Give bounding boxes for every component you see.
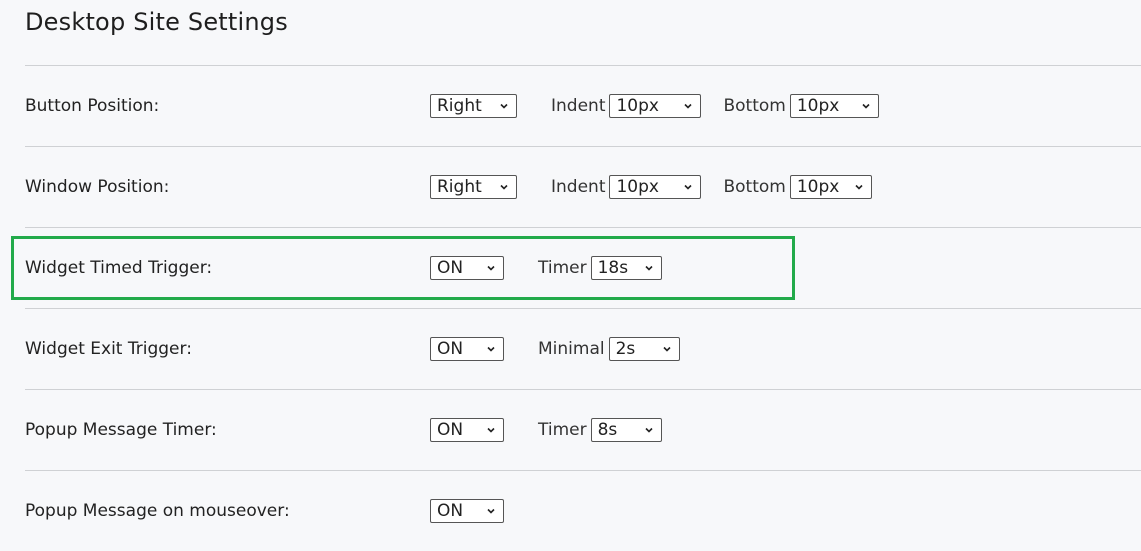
button-position-select[interactable]: Right bbox=[430, 94, 517, 118]
select-value: 10px bbox=[616, 96, 659, 116]
select-value: 8s bbox=[597, 420, 618, 440]
divider bbox=[25, 308, 1141, 309]
divider bbox=[25, 65, 1141, 66]
popup-timer-select[interactable]: 8s bbox=[590, 418, 662, 442]
setting-row-button-position: Button Position: Right Indent 10px Botto… bbox=[25, 86, 1141, 126]
setting-row-widget-timed-trigger: Widget Timed Trigger: ON Timer 18s bbox=[25, 248, 1141, 288]
chevron-down-icon bbox=[684, 103, 693, 109]
divider bbox=[25, 389, 1141, 390]
chevron-down-icon bbox=[487, 346, 495, 352]
popup-mouseover-select[interactable]: ON bbox=[430, 499, 504, 523]
select-value: ON bbox=[437, 501, 464, 521]
indent-label: Indent bbox=[551, 177, 606, 197]
chevron-down-icon bbox=[855, 184, 863, 190]
bottom-label: Bottom bbox=[723, 96, 786, 116]
setting-label: Popup Message Timer: bbox=[25, 420, 217, 440]
chevron-down-icon bbox=[645, 427, 653, 433]
minimal-label: Minimal bbox=[538, 339, 605, 359]
page-title: Desktop Site Settings bbox=[25, 8, 288, 36]
chevron-down-icon bbox=[663, 346, 671, 352]
timer-label: Timer bbox=[538, 258, 587, 278]
select-value: ON bbox=[437, 420, 464, 440]
widget-timed-trigger-select[interactable]: ON bbox=[430, 256, 504, 280]
button-bottom-select[interactable]: 10px bbox=[789, 94, 879, 118]
chevron-down-icon bbox=[684, 184, 693, 190]
setting-label: Widget Timed Trigger: bbox=[25, 258, 213, 278]
setting-label: Window Position: bbox=[25, 177, 170, 197]
setting-label: Button Position: bbox=[25, 96, 160, 116]
chevron-down-icon bbox=[500, 184, 508, 190]
setting-label: Popup Message on mouseover: bbox=[25, 501, 290, 521]
exit-minimal-select[interactable]: 2s bbox=[608, 337, 680, 361]
window-bottom-select[interactable]: 10px bbox=[789, 175, 872, 199]
window-indent-select[interactable]: 10px bbox=[609, 175, 702, 199]
chevron-down-icon bbox=[487, 265, 495, 271]
widget-timer-select[interactable]: 18s bbox=[590, 256, 662, 280]
popup-message-timer-select[interactable]: ON bbox=[430, 418, 504, 442]
divider bbox=[25, 227, 1141, 228]
bottom-label: Bottom bbox=[723, 177, 786, 197]
chevron-down-icon bbox=[487, 427, 495, 433]
setting-label: Widget Exit Trigger: bbox=[25, 339, 192, 359]
divider bbox=[25, 470, 1141, 471]
select-value: ON bbox=[437, 339, 464, 359]
setting-row-popup-mouseover: Popup Message on mouseover: ON bbox=[25, 491, 1141, 531]
select-value: 10px bbox=[616, 177, 659, 197]
select-value: 2s bbox=[615, 339, 636, 359]
select-value: 18s bbox=[597, 258, 629, 278]
window-position-select[interactable]: Right bbox=[430, 175, 517, 199]
setting-row-popup-message-timer: Popup Message Timer: ON Timer 8s bbox=[25, 410, 1141, 450]
divider bbox=[25, 146, 1141, 147]
widget-exit-trigger-select[interactable]: ON bbox=[430, 337, 504, 361]
chevron-down-icon bbox=[862, 103, 870, 109]
select-value: ON bbox=[437, 258, 464, 278]
chevron-down-icon bbox=[500, 103, 508, 109]
select-value: 10px bbox=[796, 177, 840, 197]
button-indent-select[interactable]: 10px bbox=[609, 94, 702, 118]
chevron-down-icon bbox=[487, 508, 495, 514]
select-value: Right bbox=[437, 96, 482, 116]
setting-row-widget-exit-trigger: Widget Exit Trigger: ON Minimal 2s bbox=[25, 329, 1141, 369]
select-value: 10px bbox=[796, 96, 840, 116]
select-value: Right bbox=[437, 177, 482, 197]
indent-label: Indent bbox=[551, 96, 606, 116]
setting-row-window-position: Window Position: Right Indent 10px Botto… bbox=[25, 167, 1141, 207]
timer-label: Timer bbox=[538, 420, 587, 440]
chevron-down-icon bbox=[645, 265, 653, 271]
